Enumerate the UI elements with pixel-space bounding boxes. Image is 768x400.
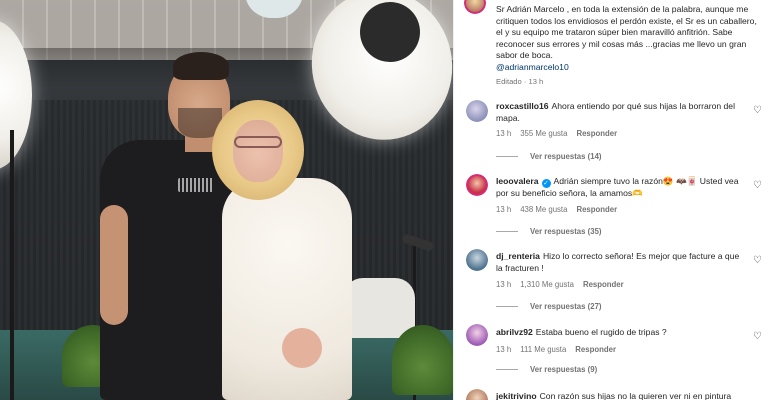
light-stand-left (10, 130, 14, 400)
verified-badge-icon: ✓ (541, 179, 551, 188)
comment-time: 13 h (496, 280, 512, 289)
mention-link[interactable]: @adrianmarcelo10 (496, 62, 569, 72)
reply-button[interactable]: Responder (575, 345, 616, 354)
view-replies-button[interactable]: Ver respuestas (14) (496, 152, 602, 161)
author-avatar[interactable] (464, 0, 486, 14)
comment-text: Estaba bueno el rugido de tripas ? (535, 327, 667, 337)
comment-username[interactable]: roxcastillo16 (496, 101, 549, 111)
comment-likes[interactable]: 438 Me gusta (520, 205, 567, 214)
commenter-avatar[interactable] (466, 174, 488, 196)
comment-meta: 13 h 111 Me gusta Responder (496, 345, 625, 354)
edited-timestamp: Editado · 13 h (496, 77, 544, 86)
armchair (343, 278, 415, 338)
post-caption: Sr Adrián Marcelo , en toda la extensión… (496, 4, 757, 61)
comment-meta: 13 h 438 Me gusta Responder (496, 205, 626, 214)
comment-likes[interactable]: 355 Me gusta (520, 129, 567, 138)
heart-icon[interactable]: ♡ (752, 105, 763, 116)
post-photo[interactable] (0, 0, 453, 400)
reply-button[interactable]: Responder (576, 205, 617, 214)
comment-username[interactable]: leoovalera (496, 176, 539, 186)
heart-icon[interactable]: ♡ (752, 180, 763, 191)
woman-face (233, 120, 283, 182)
view-replies-button[interactable]: Ver respuestas (9) (496, 365, 597, 374)
comment-text: Con razón sus hijas no la quieren ver ni… (539, 391, 732, 400)
comment-username[interactable]: jekitrivino (496, 391, 537, 400)
comment-likes[interactable]: 1,310 Me gusta (520, 280, 574, 289)
woman-figure (222, 178, 352, 400)
commenter-avatar[interactable] (466, 249, 488, 271)
comment-meta: 13 h 355 Me gusta Responder (496, 129, 626, 138)
reply-button[interactable]: Responder (576, 129, 617, 138)
comment-meta: 13 h 1,310 Me gusta Responder (496, 280, 633, 289)
comment-time: 13 h (496, 129, 512, 138)
comment-time: 13 h (496, 205, 512, 214)
plant-right (392, 325, 453, 395)
comment-username[interactable]: dj_renteria (496, 251, 540, 261)
comment-time: 13 h (496, 345, 512, 354)
heart-icon[interactable]: ♡ (752, 255, 763, 266)
comment-username[interactable]: abrilvz92 (496, 327, 533, 337)
view-replies-button[interactable]: Ver respuestas (27) (496, 302, 602, 311)
commenter-avatar[interactable] (466, 100, 488, 122)
avatar-fill (466, 100, 488, 122)
heart-icon[interactable]: ♡ (752, 331, 763, 342)
view-replies-button[interactable]: Ver respuestas (35) (496, 227, 602, 236)
glasses (234, 136, 282, 148)
reply-button[interactable]: Responder (583, 280, 624, 289)
commenter-avatar[interactable] (466, 324, 488, 346)
shirt-print (178, 178, 214, 192)
comment-likes[interactable]: 111 Me gusta (520, 345, 566, 354)
comments-panel[interactable]: Sr Adrián Marcelo , en toda la extensión… (453, 0, 768, 400)
commenter-avatar[interactable] (466, 389, 488, 400)
